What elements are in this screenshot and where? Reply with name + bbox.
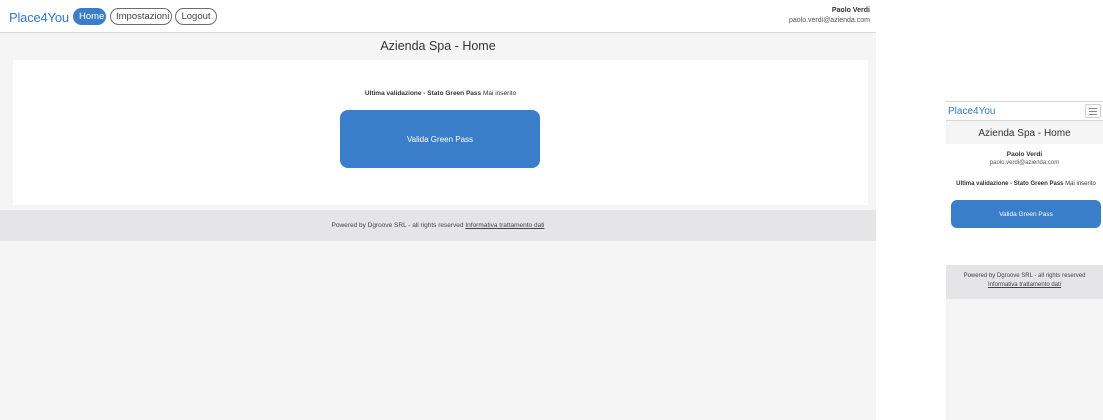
mobile-main-card: Paolo Verdi paolo.verdi@azienda.com Ulti…	[946, 144, 1103, 265]
footer-text: Powered by Dgroove SRL - all rights rese…	[331, 222, 464, 229]
mobile-page-title: Azienda Spa - Home	[978, 128, 1071, 139]
mobile-brand-logo[interactable]: Place4You	[948, 106, 995, 117]
validation-status: Ultima validazione - Stato Green Pass Ma…	[13, 90, 868, 97]
mobile-validation-status-label: Ultima validazione - Stato Green Pass	[956, 181, 1064, 187]
page-title: Azienda Spa - Home	[380, 39, 496, 53]
nav-home-button[interactable]: Home	[73, 8, 106, 25]
mobile-view: Place4You Azienda Spa - Home Paolo Verdi…	[946, 101, 1103, 420]
user-email: paolo.verdi@azienda.com	[788, 17, 870, 24]
mobile-validation-status-value: Mai inserito	[1065, 181, 1096, 187]
privacy-link[interactable]: Informativa trattamento dati	[465, 222, 544, 229]
nav-settings-button[interactable]: Impostazioni	[110, 8, 172, 25]
mobile-user-email: paolo.verdi@azienda.com	[989, 160, 1060, 166]
validation-status-value: Mai inserito	[482, 90, 517, 97]
mobile-validation-status: Ultima validazione - Stato Green Pass Ma…	[952, 180, 1100, 189]
user-info: Paolo Verdi paolo.verdi@azienda.com	[789, 6, 870, 26]
mobile-footer: Powered by Dgroove SRL - all rights rese…	[946, 265, 1103, 299]
mobile-privacy-link[interactable]: Informativa trattamento dati	[988, 282, 1061, 288]
mobile-navbar: Place4You	[946, 101, 1103, 121]
validate-green-pass-button[interactable]: Valida Green Pass	[340, 110, 540, 168]
top-navbar: Place4You Home Impostazioni Logout Paolo…	[0, 0, 876, 33]
footer: Powered by Dgroove SRL - all rights rese…	[0, 210, 876, 241]
validation-status-label: Ultima validazione - Stato Green Pass	[364, 90, 482, 97]
brand-logo[interactable]: Place4You	[9, 10, 69, 25]
mobile-footer-text: Powered by Dgroove SRL - all rights rese…	[963, 273, 1086, 279]
hamburger-icon[interactable]	[1085, 104, 1101, 118]
main-card: Ultima validazione - Stato Green Pass Ma…	[13, 60, 868, 205]
mobile-validate-green-pass-button[interactable]: Valida Green Pass	[951, 200, 1101, 228]
user-name: Paolo Verdi	[831, 7, 870, 14]
desktop-view: Place4You Home Impostazioni Logout Paolo…	[0, 0, 876, 420]
mobile-user-name: Paolo Verdi	[1006, 151, 1043, 158]
nav-logout-button[interactable]: Logout	[175, 8, 217, 25]
